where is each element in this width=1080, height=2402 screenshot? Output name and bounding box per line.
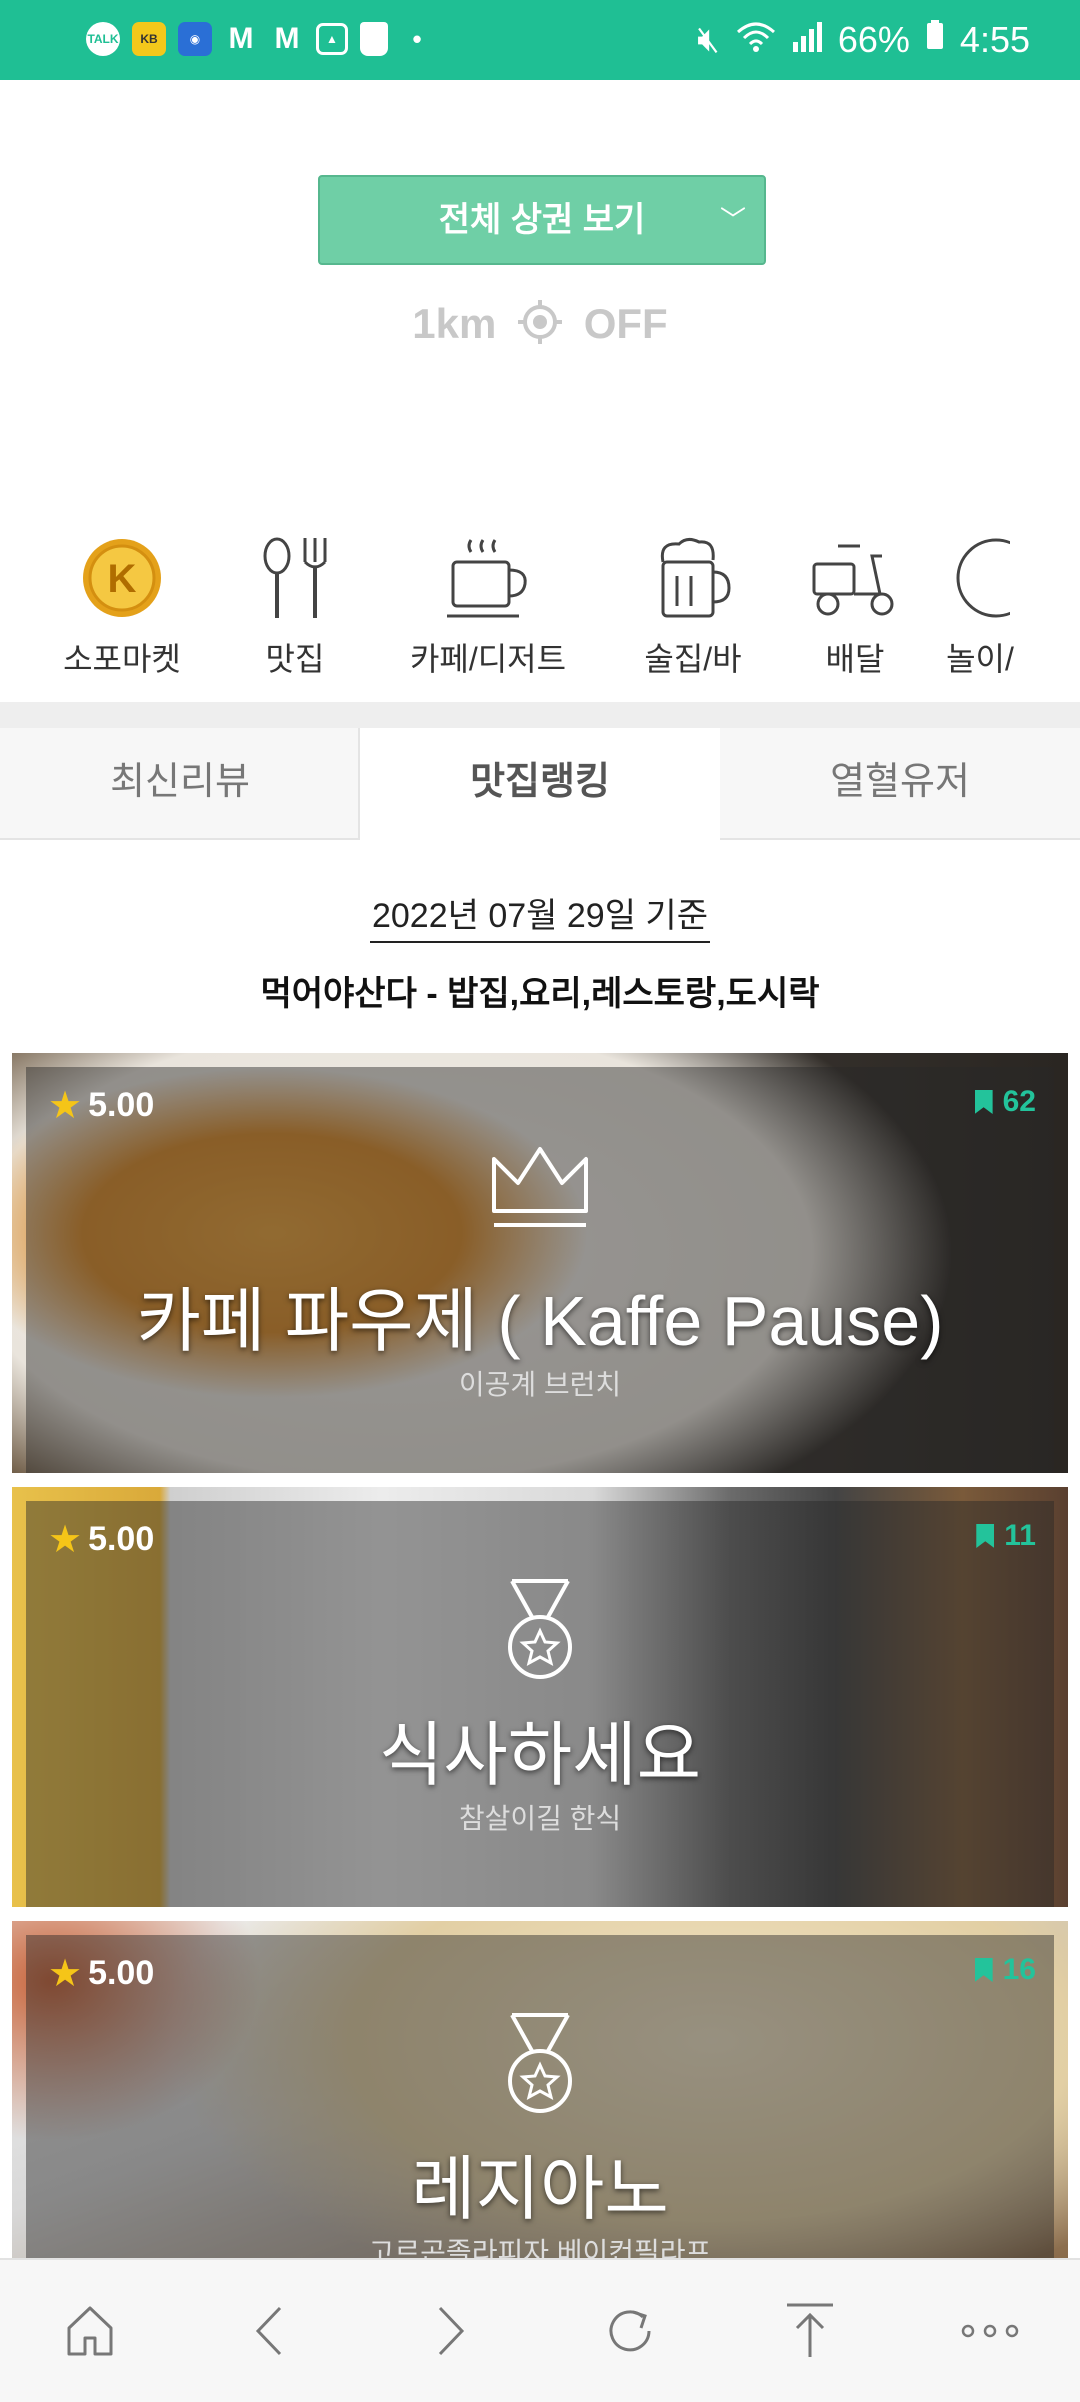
more-icon: [961, 2324, 1019, 2338]
ranking-date: 2022년 07월 29일 기준: [0, 888, 1080, 943]
restaurant-name: 레지아노: [411, 2150, 669, 2228]
bookmark-icon: [974, 1958, 993, 1982]
star-icon: ★: [48, 1085, 83, 1127]
forward-icon: [438, 2306, 465, 2356]
gmail-icon: M: [274, 22, 300, 55]
category-label: 배달: [825, 641, 885, 677]
ranking-category-title: 먹어야산다 - 밥집,요리,레스토랑,도시락: [260, 975, 820, 1013]
wifi-icon: [736, 19, 776, 61]
home-button[interactable]: [30, 2260, 150, 2402]
app-icon: ◉: [178, 22, 212, 56]
restaurant-tagline: 이공계 브런치: [458, 1369, 622, 1400]
location-filter[interactable]: 1km OFF: [0, 298, 1080, 356]
coin-k-icon: K: [83, 539, 161, 617]
ranking-tabs: 최신리뷰 맛집랭킹 열혈유저: [0, 728, 1080, 840]
play-icon: [956, 538, 1010, 618]
category-bar-pub[interactable]: 술집/바: [608, 530, 778, 680]
talk-icon: TALK: [86, 22, 120, 56]
star-icon: ★: [48, 1953, 83, 1995]
category-bar: K 소포마켓 맛집 카페/디저트 술집/바 배달 놀이/: [0, 530, 1080, 680]
category-label: 소포마켓: [63, 641, 181, 677]
back-button[interactable]: [210, 2260, 330, 2402]
home-icon: [67, 2306, 113, 2356]
reload-button[interactable]: [570, 2260, 690, 2402]
restaurant-name: 카페 파우제 ( Kaffe Pause): [136, 1282, 944, 1360]
ranking-card[interactable]: ★ 5.00 16 레지아노 고르곤졸라피자 베이컨필라프: [12, 1921, 1068, 2258]
chevron-down-icon: ﹀: [719, 205, 746, 235]
browser-bottom-nav: [0, 2258, 1080, 2402]
restaurant-tagline: 참살이길 한식: [458, 1803, 622, 1834]
category-delivery[interactable]: 배달: [770, 530, 940, 680]
bookmark-count: 11: [976, 1519, 1036, 1553]
ranking-card[interactable]: ★ 5.00 11 식사하세요 참살이길 한식: [12, 1487, 1068, 1907]
category-restaurants[interactable]: 맛집: [210, 530, 380, 680]
area-dropdown[interactable]: 전체 상권 보기 ﹀: [318, 175, 766, 265]
category-label: 술집/바: [644, 641, 742, 677]
tab-top-users[interactable]: 열혈유저: [720, 728, 1080, 840]
bookmark-count: 16: [974, 1953, 1036, 1987]
scroll-top-icon: [787, 2303, 833, 2357]
rating: ★ 5.00: [48, 1519, 155, 1561]
medal-icon: [492, 1577, 588, 1686]
beer-mug-icon: [660, 537, 731, 618]
signal-icon: [792, 19, 822, 61]
category-label: 카페/디저트: [409, 641, 567, 677]
star-icon: ★: [48, 1519, 83, 1561]
location-target-icon: [516, 298, 564, 356]
rating: ★ 5.00: [48, 1953, 155, 1995]
category-play[interactable]: 놀이/: [920, 530, 1040, 680]
back-icon: [255, 2306, 282, 2356]
scooter-icon: [812, 544, 894, 616]
category-label: 놀이/: [946, 641, 1014, 677]
medal-icon: [492, 2011, 588, 2120]
forward-button[interactable]: [390, 2260, 510, 2402]
tab-latest-reviews[interactable]: 최신리뷰: [0, 728, 360, 840]
location-toggle-label: OFF: [583, 300, 668, 348]
category-cafe-dessert[interactable]: 카페/디저트: [403, 530, 573, 680]
shopping-bag-icon: [360, 22, 388, 56]
spoon-fork-icon: [263, 537, 327, 618]
category-label: 맛집: [265, 641, 325, 677]
battery-icon: [926, 20, 944, 59]
more-button[interactable]: [930, 2260, 1050, 2402]
distance-label: 1km: [412, 300, 497, 348]
system-indicators: 🔇︎ 66% 4:55: [697, 18, 1030, 61]
crown-icon: [488, 1143, 592, 1234]
reload-icon: [609, 2310, 651, 2352]
area-dropdown-label: 전체 상권 보기: [438, 201, 646, 239]
section-divider: [0, 702, 1080, 728]
rating: ★ 5.00: [48, 1085, 155, 1127]
mute-icon: 🔇︎: [697, 18, 720, 59]
bookmark-icon: [974, 1090, 993, 1114]
restaurant-tagline: 고르곤졸라피자 베이컨필라프: [368, 2237, 712, 2258]
battery-percent: 66%: [837, 18, 910, 60]
coffee-cup-icon: [447, 539, 527, 618]
gmail-icon: M: [228, 22, 254, 55]
clock: 4:55: [959, 18, 1030, 60]
svg-text:K: K: [108, 557, 137, 601]
bookmark-count: 62: [974, 1085, 1036, 1119]
dot-icon: •: [412, 23, 422, 54]
ranking-card[interactable]: ★ 5.00 62 카페 파우제 ( Kaffe Pause) 이공계 브런치: [12, 1053, 1068, 1473]
scroll-top-button[interactable]: [750, 2260, 870, 2402]
kb-icon: KB: [132, 22, 166, 56]
notification-icons: TALK KB ◉ M M ▲ •: [86, 22, 434, 56]
bookmark-icon: [976, 1524, 995, 1548]
category-sopo-market[interactable]: K 소포마켓: [37, 530, 207, 680]
status-bar: TALK KB ◉ M M ▲ • 🔇︎ 66% 4:55: [0, 0, 1080, 80]
tab-restaurant-ranking[interactable]: 맛집랭킹: [358, 728, 722, 838]
restaurant-name: 식사하세요: [379, 1716, 701, 1794]
gallery-icon: ▲: [316, 23, 348, 55]
